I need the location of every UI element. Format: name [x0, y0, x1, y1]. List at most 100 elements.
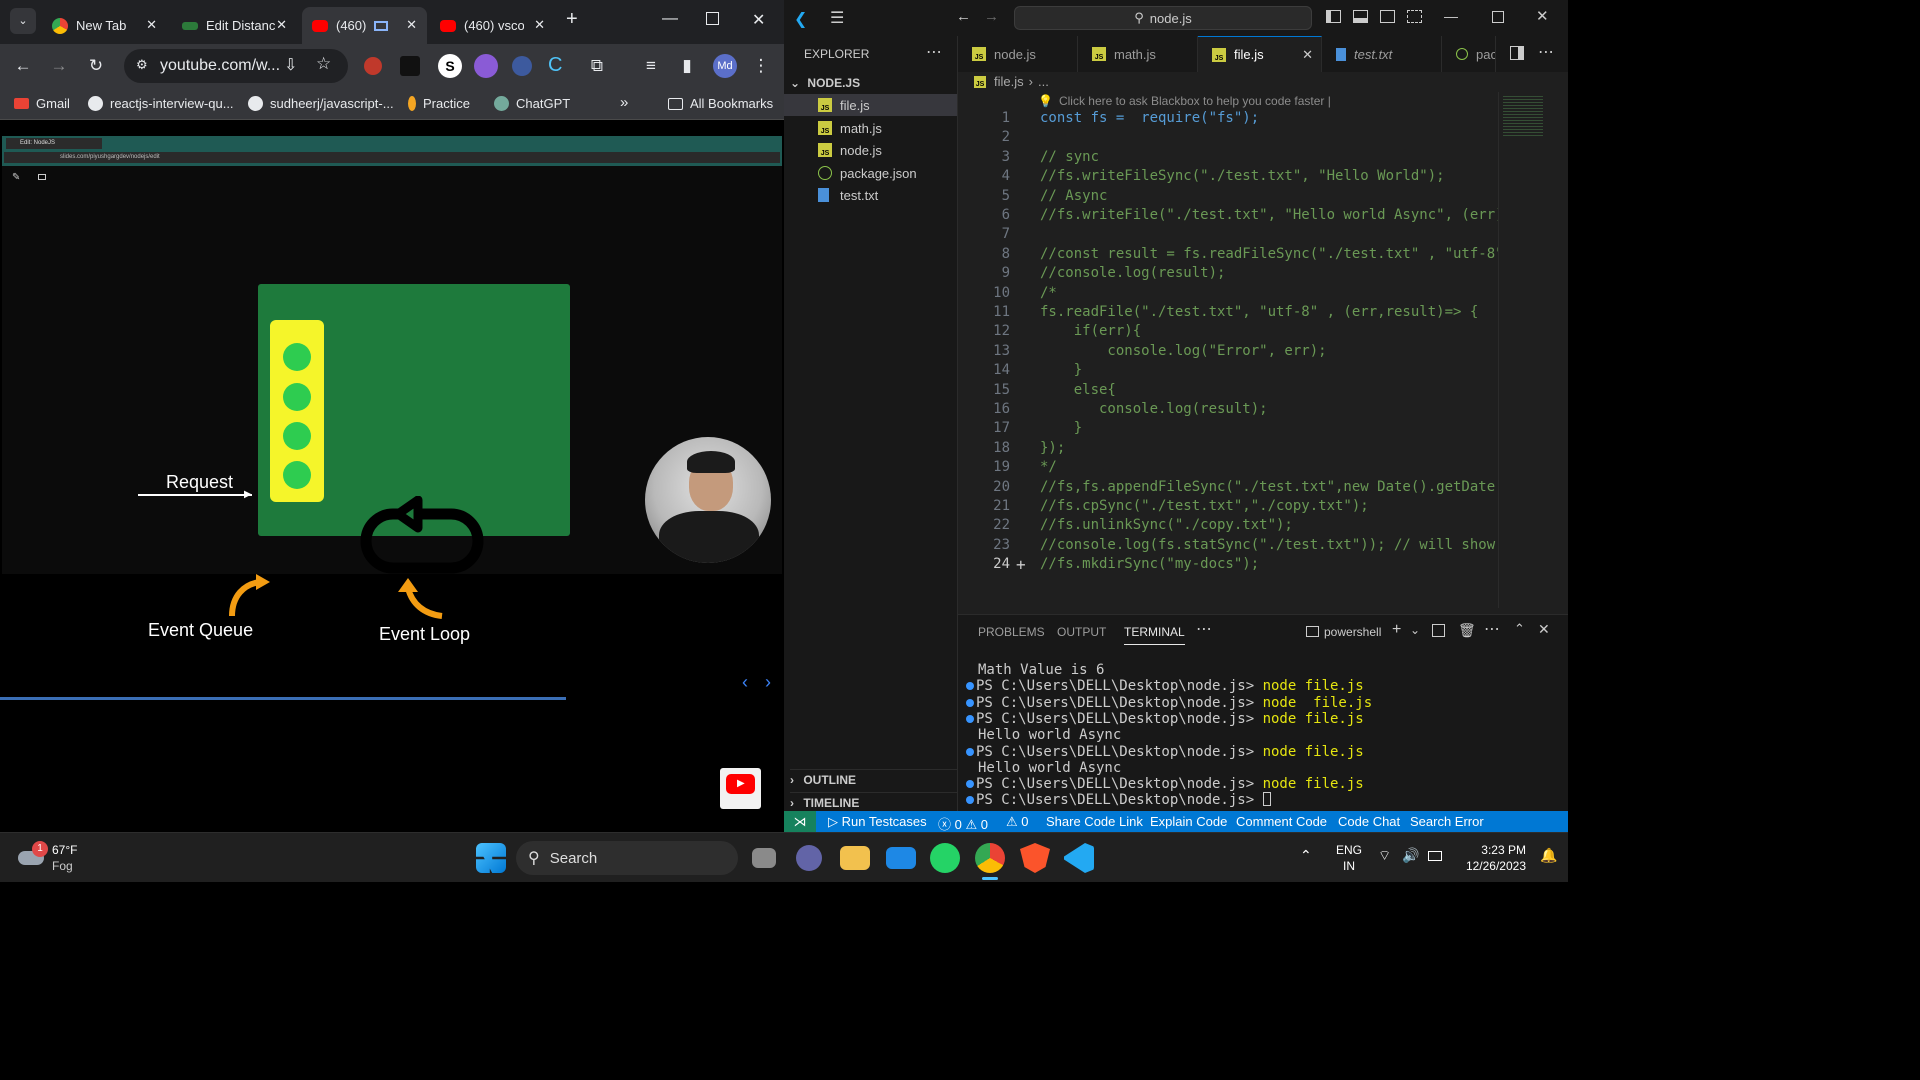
battery-icon[interactable] — [1428, 851, 1442, 861]
editor-tab-mathjs[interactable]: JS math.js — [1078, 36, 1198, 72]
explorer-file-nodejs[interactable]: JS node.js — [818, 139, 882, 161]
split-editor-icon[interactable] — [1510, 46, 1524, 60]
extension-brain-icon[interactable] — [474, 54, 498, 78]
subscribe-youtube-icon[interactable]: ▶ — [720, 768, 761, 809]
panel-more-icon[interactable]: ⋯ — [1196, 619, 1212, 639]
split-terminal-icon[interactable] — [1432, 624, 1445, 637]
tab-youtube-active[interactable]: (460) How Node.js Works ✕ — [302, 7, 427, 44]
extension-c-icon[interactable]: C — [548, 54, 572, 78]
editor-tab-test-txt[interactable]: test.txt — [1322, 36, 1442, 72]
bookmark-star-icon[interactable]: ☆ — [316, 54, 331, 74]
terminal-dropdown-icon[interactable]: ⌄ — [1410, 623, 1420, 637]
close-icon[interactable]: ✕ — [534, 17, 545, 33]
install-icon[interactable]: ⇩ — [284, 55, 297, 75]
chrome-taskbar-icon[interactable] — [975, 843, 1005, 873]
explorer-file-filejs[interactable]: JS file.js — [818, 94, 870, 116]
editor-tab-filejs[interactable]: JS file.js ✕ — [1198, 36, 1322, 72]
media-controls-icon[interactable]: ≡ — [640, 56, 662, 76]
explorer-file-test-txt[interactable]: test.txt — [818, 184, 878, 206]
bookmark-reactjs[interactable]: reactjs-interview-qu... — [88, 96, 234, 111]
nav-forward-icon[interactable]: → — [984, 8, 999, 25]
taskbar-search[interactable]: ⚲ Search — [516, 841, 738, 875]
close-tab-icon[interactable]: ✕ — [1302, 47, 1313, 63]
timeline-section[interactable]: › TIMELINE — [790, 792, 958, 810]
whatsapp-icon[interactable] — [930, 843, 960, 873]
close-panel-icon[interactable]: ✕ — [1538, 621, 1550, 638]
remote-indicator[interactable]: ⋊ — [784, 811, 816, 832]
profile-avatar[interactable]: Md — [713, 54, 737, 78]
customize-layout-icon[interactable] — [1407, 10, 1422, 23]
extension-icon[interactable] — [400, 56, 420, 76]
panel-tab-terminal[interactable]: TERMINAL — [1124, 625, 1185, 645]
menu-kebab-icon[interactable]: ⋮ — [750, 56, 772, 76]
back-icon[interactable]: ← — [12, 56, 34, 76]
language-indicator[interactable]: ENG IN — [1336, 842, 1362, 874]
breadcrumb-file[interactable]: file.js — [994, 74, 1024, 89]
next-slide-icon[interactable]: › — [765, 672, 771, 693]
code-editor[interactable]: 💡 Click here to ask Blackbox to help you … — [958, 92, 1529, 608]
reload-icon[interactable]: ↻ — [85, 56, 107, 76]
explorer-file-package-json[interactable]: package.json — [818, 162, 917, 184]
ports-status[interactable]: ⚠ 0 — [1006, 814, 1029, 830]
nav-back-icon[interactable]: ← — [956, 8, 971, 25]
toggle-panel-icon[interactable] — [1353, 10, 1368, 23]
forward-icon[interactable]: → — [48, 56, 70, 76]
toggle-secondary-sidebar-icon[interactable] — [1380, 10, 1395, 23]
extension-s-icon[interactable]: S — [438, 54, 462, 78]
bookmark-sudheerj[interactable]: sudheerj/javascript-... — [248, 96, 394, 111]
extensions-puzzle-icon[interactable]: ⧉ — [586, 56, 608, 76]
folder-header[interactable]: ⌄ NODE.JS — [790, 76, 860, 90]
command-center-search[interactable]: ⚲ node.js — [1014, 6, 1312, 30]
hamburger-menu-icon[interactable]: ☰ — [830, 8, 844, 28]
maximize-icon[interactable] — [706, 12, 719, 25]
clock[interactable]: 3:23 PM 12/26/2023 — [1458, 842, 1526, 874]
close-icon[interactable]: ✕ — [406, 17, 417, 33]
start-icon[interactable] — [476, 843, 506, 873]
trash-icon[interactable]: 🗑 — [1458, 622, 1476, 639]
vscode-taskbar-icon[interactable] — [1064, 843, 1094, 873]
close-icon[interactable]: ✕ — [276, 17, 287, 33]
share-code-link[interactable]: Share Code Link — [1046, 814, 1143, 829]
comment-code[interactable]: Comment Code — [1236, 814, 1327, 829]
minimize-icon[interactable]: — — [662, 10, 678, 28]
breadcrumb-tail[interactable]: ... — [1038, 74, 1049, 89]
tab-search-icon[interactable]: ⌄ — [10, 8, 36, 34]
teams-icon[interactable] — [796, 845, 822, 871]
close-icon[interactable]: ✕ — [146, 17, 157, 33]
search-error[interactable]: Search Error — [1410, 814, 1484, 829]
side-panel-icon[interactable]: ▮ — [676, 56, 698, 76]
tab-edit-distance[interactable]: Edit Distance ✕ — [172, 7, 297, 44]
bookmark-gmail[interactable]: Gmail — [14, 96, 70, 111]
bookmark-chatgpt[interactable]: ChatGPT — [494, 96, 570, 111]
task-view-icon[interactable] — [752, 848, 776, 868]
more-bookmarks-icon[interactable]: » — [620, 94, 628, 111]
mail-icon[interactable] — [886, 847, 916, 869]
volume-icon[interactable]: 🔊 — [1402, 847, 1419, 864]
add-line-icon[interactable]: + — [1016, 555, 1026, 574]
tab-new-tab[interactable]: New Tab ✕ — [42, 7, 167, 44]
run-testcases[interactable]: ▷ Run Testcases — [828, 814, 927, 830]
panel-overflow-icon[interactable]: ⋯ — [1484, 619, 1500, 639]
outline-section[interactable]: › OUTLINE — [790, 769, 958, 787]
maximize-icon[interactable] — [1492, 11, 1504, 23]
site-info-icon[interactable]: ⚙ — [136, 57, 148, 73]
minimize-icon[interactable]: — — [1444, 8, 1458, 24]
new-terminal-icon[interactable]: + — [1392, 621, 1401, 639]
code-chat[interactable]: Code Chat — [1338, 814, 1400, 829]
toggle-sidebar-icon[interactable] — [1326, 10, 1341, 23]
panel-tab-output[interactable]: OUTPUT — [1057, 625, 1106, 639]
prev-slide-icon[interactable]: ‹ — [742, 672, 748, 693]
editor-tab-nodejs[interactable]: JS node.js — [958, 36, 1078, 72]
extension-icon[interactable] — [364, 57, 382, 75]
bookmark-practice[interactable]: Practice — [408, 96, 470, 111]
show-hidden-icons-icon[interactable]: ⌃ — [1300, 847, 1312, 864]
address-bar[interactable]: ⚙ youtube.com/w... ⇩ ☆ — [124, 49, 348, 83]
all-bookmarks[interactable]: All Bookmarks — [668, 96, 773, 111]
wifi-icon[interactable]: ⌔ — [1378, 847, 1391, 865]
explorer-file-mathjs[interactable]: JS math.js — [818, 117, 882, 139]
panel-tab-problems[interactable]: PROBLEMS — [978, 625, 1045, 639]
notifications-icon[interactable]: 🔔 — [1540, 847, 1557, 864]
blackbox-hint[interactable]: 💡 Click here to ask Blackbox to help you … — [1038, 94, 1331, 108]
editor-tab-package[interactable]: pacl — [1442, 36, 1496, 72]
more-actions-icon[interactable]: ⋯ — [926, 42, 942, 62]
